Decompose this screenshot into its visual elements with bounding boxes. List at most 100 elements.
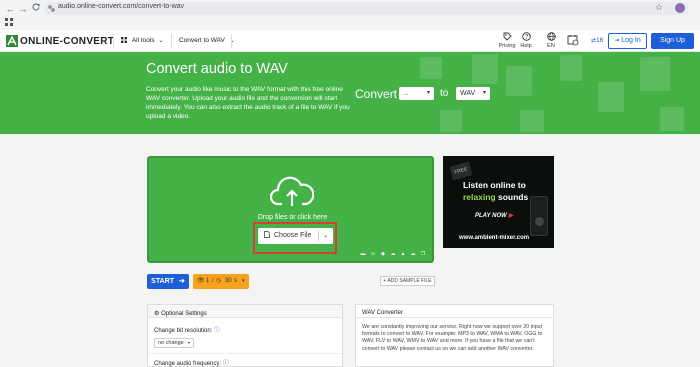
bookmark-star-icon[interactable]: ☆ [655, 2, 663, 13]
button-divider [318, 231, 319, 241]
drop-instructions: Drop files or click here [257, 214, 328, 221]
cloud-icon[interactable]: ☁ [390, 251, 396, 257]
address-bar[interactable]: audio.online-convert.com/convert-to-wav … [44, 2, 689, 15]
grid-icon [121, 37, 127, 43]
logo-text: ONLINE-CONVERT [20, 35, 115, 47]
decorative-file-icon [640, 57, 670, 91]
audio-frequency-text: Change audio frequency: [154, 361, 222, 367]
page-title: Convert audio to WAV [146, 61, 288, 77]
chevron-down-icon: ▾ [482, 90, 486, 96]
limits-dropdown[interactable]: 👁 1 / ◷ 30 s ▾ [193, 274, 249, 289]
google-drive-icon[interactable]: ▲ [400, 251, 406, 257]
copy-icon[interactable]: ❐ [420, 251, 426, 257]
from-format-value: ... [403, 90, 409, 97]
language-label[interactable]: EN [544, 43, 558, 49]
play-icon: ▶ [508, 213, 514, 219]
settings-title[interactable]: ⚙ Optional Settings [154, 310, 207, 317]
limit-count: 1 [206, 278, 210, 284]
login-button[interactable]: ⇥ Log In [608, 33, 647, 49]
bit-resolution-label: Change bit resolution: ⓘ [154, 325, 220, 334]
ad-headline-white: sounds [498, 192, 529, 202]
add-sample-file-button[interactable]: + ADD SAMPLE FILE [380, 276, 435, 286]
decorative-file-icon [660, 107, 684, 131]
optional-settings-panel: ⚙ Optional Settings Change bit resolutio… [147, 304, 343, 367]
header-divider [231, 34, 232, 48]
reload-icon[interactable] [30, 3, 42, 15]
arrow-right-icon: ➜ [178, 278, 185, 285]
cloud-upload-icon [270, 176, 314, 206]
limit-unit: s [234, 278, 237, 284]
info-icon[interactable]: ⓘ [214, 328, 220, 334]
convert-to-label: Convert to WAV [179, 37, 225, 44]
link-icon[interactable]: ∞ [370, 251, 376, 257]
advertisement-banner[interactable]: FREE Listen online to relaxing sounds PL… [443, 156, 554, 248]
speaker-image [530, 196, 548, 236]
start-label: START [151, 278, 174, 285]
pricing-icon[interactable] [500, 32, 514, 43]
help-label[interactable]: Help [519, 43, 533, 49]
clock-icon: ◷ [216, 278, 222, 284]
ad-play-now: PLAY NOW ▶ [475, 212, 513, 219]
upload-source-icons: ▬ ∞ ◆ ☁ ▲ ☁ ❐ [360, 251, 426, 257]
limit-separator: / [212, 278, 214, 284]
all-tools-label: All tools [131, 37, 155, 44]
decorative-file-icon [560, 55, 582, 81]
file-dropzone[interactable]: Drop files or click here Choose File ⌄ ▬… [147, 156, 434, 263]
dropbox-icon[interactable]: ◆ [380, 251, 386, 257]
profile-avatar[interactable] [675, 3, 685, 13]
choose-file-label: Choose File [274, 232, 312, 239]
chevron-down-icon: ▾ [242, 278, 245, 284]
ad-free-badge: FREE [449, 161, 473, 181]
header-divider [113, 34, 114, 48]
ad-url: www.ambient-mixer.com [459, 235, 530, 241]
site-info-icon[interactable] [48, 5, 55, 12]
settings-title-label: Optional Settings [161, 311, 207, 317]
logo-mark-icon [6, 35, 18, 47]
globe-icon[interactable] [544, 32, 558, 43]
eye-icon: 👁 [197, 278, 205, 284]
chevron-down-icon: ⌄ [158, 38, 164, 44]
calendar-clock-icon[interactable] [566, 34, 580, 48]
to-label: to [440, 88, 449, 99]
signup-button[interactable]: Sign Up [651, 33, 694, 49]
bit-resolution-value: no change [158, 340, 184, 346]
hero-banner: Convert audio to WAV Convert your audio … [0, 52, 700, 134]
site-header: ONLINE-CONVERT All tools ⌄ Convert to WA… [0, 30, 700, 52]
chevron-down-icon[interactable]: ⌄ [323, 228, 328, 244]
back-icon[interactable]: ← [4, 3, 16, 15]
login-label: Log In [621, 37, 641, 44]
bit-resolution-select[interactable]: no change ▾ [154, 338, 194, 348]
forward-icon[interactable]: → [17, 3, 29, 15]
audio-frequency-label: Change audio frequency: ⓘ [154, 358, 229, 367]
pricing-label[interactable]: Pricing [498, 43, 516, 49]
decorative-file-icon [598, 82, 624, 112]
to-format-value: WAV [460, 90, 476, 97]
start-button[interactable]: START ➜ [147, 274, 189, 289]
gear-icon: ⚙ [154, 311, 160, 317]
chevron-down-icon: ▾ [426, 90, 430, 96]
from-format-select[interactable]: ... ▾ [399, 87, 434, 100]
choose-file-button[interactable]: Choose File ⌄ [258, 228, 333, 244]
chevron-down-icon: ▾ [187, 340, 190, 345]
all-tools-menu[interactable]: All tools ⌄ [121, 37, 163, 44]
credits-indicator[interactable]: ⇄16 [591, 37, 603, 44]
hero-description: Convert your audio like music to the WAV… [146, 86, 350, 120]
wav-converter-description: We are constantly improving our service.… [362, 324, 543, 352]
info-icon[interactable]: ⓘ [223, 361, 229, 367]
logo[interactable]: ONLINE-CONVERT [6, 34, 114, 48]
ad-headline: Listen online to [463, 180, 526, 190]
decorative-file-icon [420, 57, 442, 79]
wav-converter-info-panel: WAV Converter We are constantly improvin… [355, 304, 554, 367]
wav-converter-title: WAV Converter [362, 310, 404, 316]
to-format-select[interactable]: WAV ▾ [456, 87, 490, 100]
folder-icon[interactable]: ▬ [360, 251, 366, 257]
ad-headline-green: relaxing [463, 192, 496, 202]
header-divider [171, 34, 172, 48]
limit-time: 30 [225, 278, 232, 284]
apps-grid-icon[interactable] [5, 18, 13, 28]
decorative-file-icon [506, 66, 532, 96]
convert-to-menu[interactable]: Convert to WAV ⌄ [179, 37, 235, 44]
onedrive-icon[interactable]: ☁ [410, 251, 416, 257]
login-icon: ⇥ [614, 38, 620, 44]
help-icon[interactable]: ? [519, 32, 533, 43]
